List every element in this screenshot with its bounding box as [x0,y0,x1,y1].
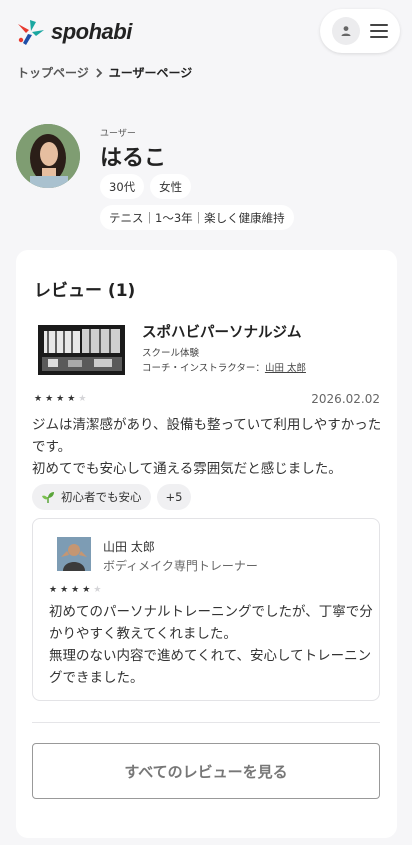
profile-tags: 30代 女性 [100,174,192,199]
feature-tags: 初心者でも安心 +5 [32,484,192,510]
header-actions [320,9,400,53]
star-filled-icon: ★ [60,585,69,595]
coach-avatar [57,537,91,571]
gym-name-link[interactable]: スポハビパーソナルジム [142,321,302,342]
profile-label: ユーザー [100,129,136,139]
breadcrumb-home-link[interactable]: トップページ [17,64,89,81]
sprout-icon [41,490,55,504]
star-empty-icon: ★ [93,585,102,595]
divider [32,722,380,723]
reply-text-line: 初めてのパーソナルトレーニングでしたが、丁寧で分かりやすく教えてくれました。 [49,604,373,642]
reply-rating: ★ ★ ★ ★ ★ [49,586,101,595]
review-rating: ★ ★ ★ ★ ★ [34,395,86,404]
star-filled-icon: ★ [56,394,65,404]
user-icon [341,26,351,36]
review-text-line: ジムは清潔感があり、設備も整っていて利用しやすかったです。 [32,417,382,455]
gym-coach: コーチ・インストラクター： 山田 太郎 [142,360,306,374]
chevron-right-icon [95,67,103,78]
feature-tag: 初心者でも安心 [32,484,151,510]
star-filled-icon: ★ [45,394,54,404]
star-empty-icon: ★ [78,394,87,404]
reviews-title: レビュー (1) [34,281,136,301]
more-features-button[interactable]: +5 [156,484,192,510]
coach-role: ボディメイク専門トレーナー [103,559,258,573]
star-filled-icon: ★ [82,585,91,595]
gym-type: スクール体験 [142,348,200,359]
hamburger-menu-icon[interactable] [370,24,388,38]
sport-info: テニス｜1〜3年｜楽しく健康維持 [100,205,294,230]
sport-info-tag: テニス｜1〜3年｜楽しく健康維持 [100,205,294,230]
breadcrumb: トップページ ユーザーページ [17,64,192,81]
star-filled-icon: ★ [67,394,76,404]
review-date: 2026.02.02 [311,392,380,406]
feature-tag-label: 初心者でも安心 [61,490,142,504]
gender-tag: 女性 [150,174,192,199]
profile-name: はるこ [100,146,167,171]
gym-thumbnail[interactable] [38,325,125,375]
reviews-card: レビュー (1) スポハビパーソナルジム スクール体験 コーチ・インストラクター… [16,250,397,838]
user-button[interactable] [332,17,360,45]
star-filled-icon: ★ [49,585,58,595]
logo-text: spohabi [51,19,132,44]
reply-text-line: 無理のない内容で進めてくれて、安心してトレーニングできました。 [49,648,372,686]
reply-text: 初めてのパーソナルトレーニングでしたが、丁寧で分かりやすく教えてくれました。 無… [49,601,373,689]
coach-prefix: コーチ・インストラクター： [142,363,265,374]
review-text: ジムは清潔感があり、設備も整っていて利用しやすかったです。 初めてでも安心して通… [32,414,384,480]
logo-mark-icon [18,20,44,45]
coach-link[interactable]: 山田 太郎 [265,360,306,374]
coach-name: 山田 太郎 [103,540,155,554]
review-text-line: 初めてでも安心して通える雰囲気だと感じました。 [32,461,342,477]
age-tag: 30代 [100,174,145,199]
logo[interactable]: spohabi [16,18,132,46]
coach-reply: 山田 太郎 ボディメイク専門トレーナー ★ ★ ★ ★ ★ 初めてのパーソナルトレーニン… [32,518,380,701]
user-avatar [16,124,80,188]
star-filled-icon: ★ [34,394,43,404]
star-filled-icon: ★ [71,585,80,595]
view-all-reviews-button[interactable]: すべてのレビューを見る [32,743,380,799]
header: spohabi [0,0,412,62]
breadcrumb-current: ユーザーページ [108,66,193,80]
